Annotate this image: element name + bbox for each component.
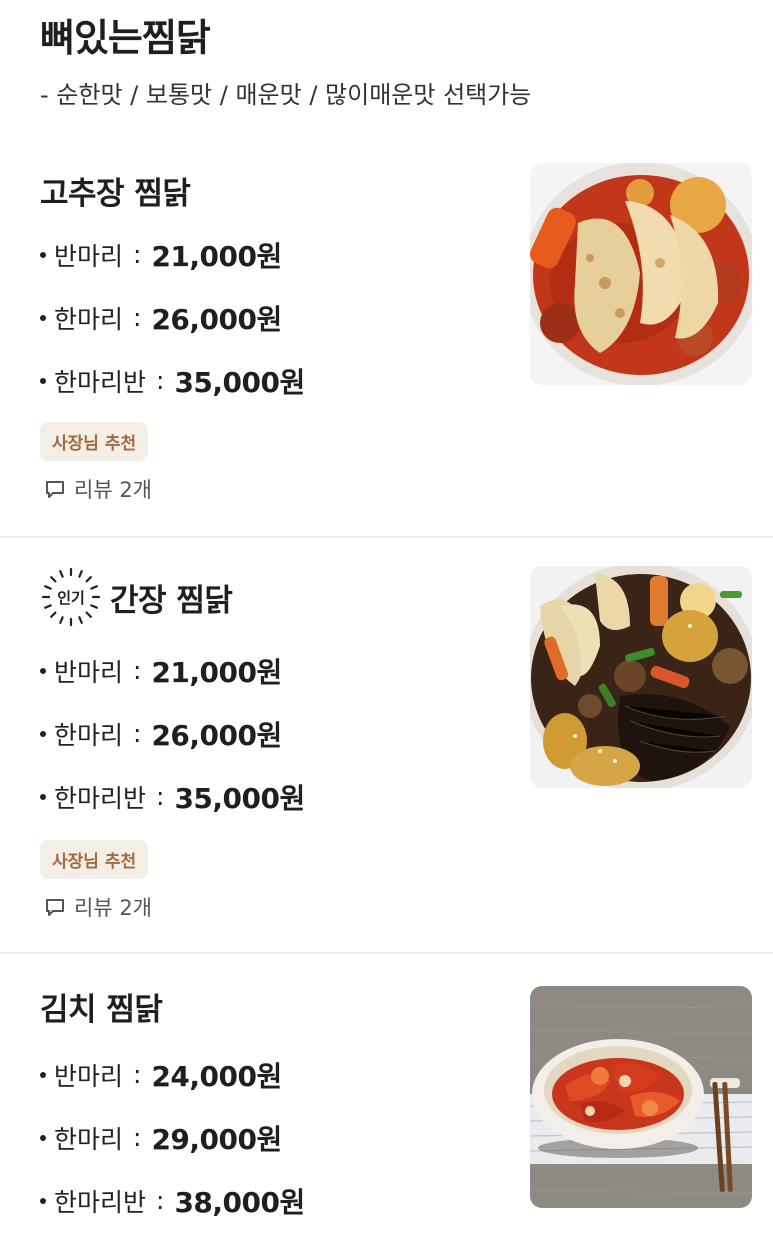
separator: : — [133, 656, 142, 685]
bullet — [40, 1134, 46, 1141]
menu-section-header: 뼈있는찜닭 - 순한맛 / 보통맛 / 매운맛 / 많이매운맛 선택가능 — [40, 10, 740, 110]
price-row: 한마리반 : 38,000원 — [40, 1169, 305, 1232]
price: 35,000원 — [174, 365, 305, 399]
menu-item-kimchi-jjimdak[interactable]: 김치 찜닭 반마리 : 24,000원 한마리 : 29,000원 한마리반 :… — [0, 954, 773, 1258]
speech-bubble-icon — [46, 899, 64, 916]
bullet — [40, 667, 46, 674]
separator: : — [133, 1060, 142, 1089]
size-label: 반마리 — [54, 241, 124, 271]
size-label: 반마리 — [54, 1061, 124, 1091]
separator: : — [133, 240, 142, 269]
item-name: 간장 찜닭 — [110, 582, 233, 619]
owner-recommend-badge: 사장님 추천 — [40, 422, 149, 461]
review-count: 리뷰 2개 — [74, 478, 152, 502]
item-title-row: 고추장 찜닭 — [40, 168, 191, 213]
item-name: 김치 찜닭 — [40, 992, 163, 1028]
price-row: 반마리 : 24,000원 — [40, 1043, 305, 1106]
size-label: 반마리 — [54, 657, 124, 687]
ganjang-jjimdak-photo — [530, 566, 752, 788]
price-list: 반마리 : 24,000원 한마리 : 29,000원 한마리반 : 38,00… — [40, 1043, 305, 1232]
price-list: 반마리 : 21,000원 한마리 : 26,000원 한마리반 : 35,00… — [40, 223, 305, 412]
size-label: 한마리반 — [54, 783, 147, 813]
price-row: 한마리반 : 35,000원 — [40, 349, 305, 412]
popular-label: 인기 — [57, 588, 85, 607]
price: 38,000원 — [174, 1185, 305, 1219]
size-label: 한마리반 — [54, 1187, 147, 1217]
separator: : — [133, 719, 142, 748]
price-list: 반마리 : 21,000원 한마리 : 26,000원 한마리반 : 35,00… — [40, 639, 305, 828]
item-title-row: 김치 찜닭 — [40, 984, 163, 1029]
section-title: 뼈있는찜닭 — [40, 16, 211, 60]
review-link[interactable]: 리뷰 2개 — [44, 892, 152, 922]
gochujang-jjimdak-photo — [530, 163, 752, 385]
bullet — [40, 1197, 46, 1204]
item-name: 고추장 찜닭 — [40, 176, 191, 212]
food-photo-ganjang[interactable] — [530, 566, 752, 788]
bullet — [40, 1071, 46, 1078]
separator: : — [133, 1123, 142, 1152]
size-label: 한마리 — [54, 720, 124, 750]
separator: : — [156, 1186, 165, 1215]
menu-item-gochujang-jjimdak[interactable]: 고추장 찜닭 반마리 : 21,000원 한마리 : 26,000원 한마리반 … — [0, 140, 773, 538]
price-row: 한마리 : 26,000원 — [40, 286, 305, 349]
price: 21,000원 — [151, 655, 282, 689]
bullet — [40, 793, 46, 800]
separator: : — [156, 366, 165, 395]
bullet — [40, 251, 46, 258]
bullet — [40, 377, 46, 384]
size-label: 한마리 — [54, 304, 124, 334]
bullet — [40, 730, 46, 737]
price: 21,000원 — [151, 239, 282, 273]
separator: : — [156, 782, 165, 811]
price: 26,000원 — [151, 718, 282, 752]
bullet — [40, 314, 46, 321]
price: 24,000원 — [151, 1059, 282, 1093]
section-description: - 순한맛 / 보통맛 / 매운맛 / 많이매운맛 선택가능 — [40, 81, 532, 109]
price-row: 한마리 : 26,000원 — [40, 702, 305, 765]
item-title-row: 인기 간장 찜닭 — [40, 566, 233, 628]
price-row: 반마리 : 21,000원 — [40, 639, 305, 702]
kimchi-jjimdak-photo — [530, 986, 752, 1208]
menu-item-ganjang-jjimdak[interactable]: 인기 간장 찜닭 반마리 : 21,000원 한마리 : 26,000원 한마리… — [0, 538, 773, 954]
review-link[interactable]: 리뷰 2개 — [44, 474, 152, 504]
price-row: 한마리반 : 35,000원 — [40, 765, 305, 828]
price: 29,000원 — [151, 1122, 282, 1156]
popular-badge: 인기 — [40, 566, 102, 628]
price: 26,000원 — [151, 302, 282, 336]
separator: : — [133, 303, 142, 332]
speech-bubble-icon — [46, 481, 64, 498]
review-count: 리뷰 2개 — [74, 896, 152, 920]
price-row: 한마리 : 29,000원 — [40, 1106, 305, 1169]
owner-recommend-badge: 사장님 추천 — [40, 840, 149, 879]
food-photo-gochujang[interactable] — [530, 163, 752, 385]
size-label: 한마리반 — [54, 367, 147, 397]
size-label: 한마리 — [54, 1124, 124, 1154]
food-photo-kimchi[interactable] — [530, 986, 752, 1208]
price-row: 반마리 : 21,000원 — [40, 223, 305, 286]
price: 35,000원 — [174, 781, 305, 815]
